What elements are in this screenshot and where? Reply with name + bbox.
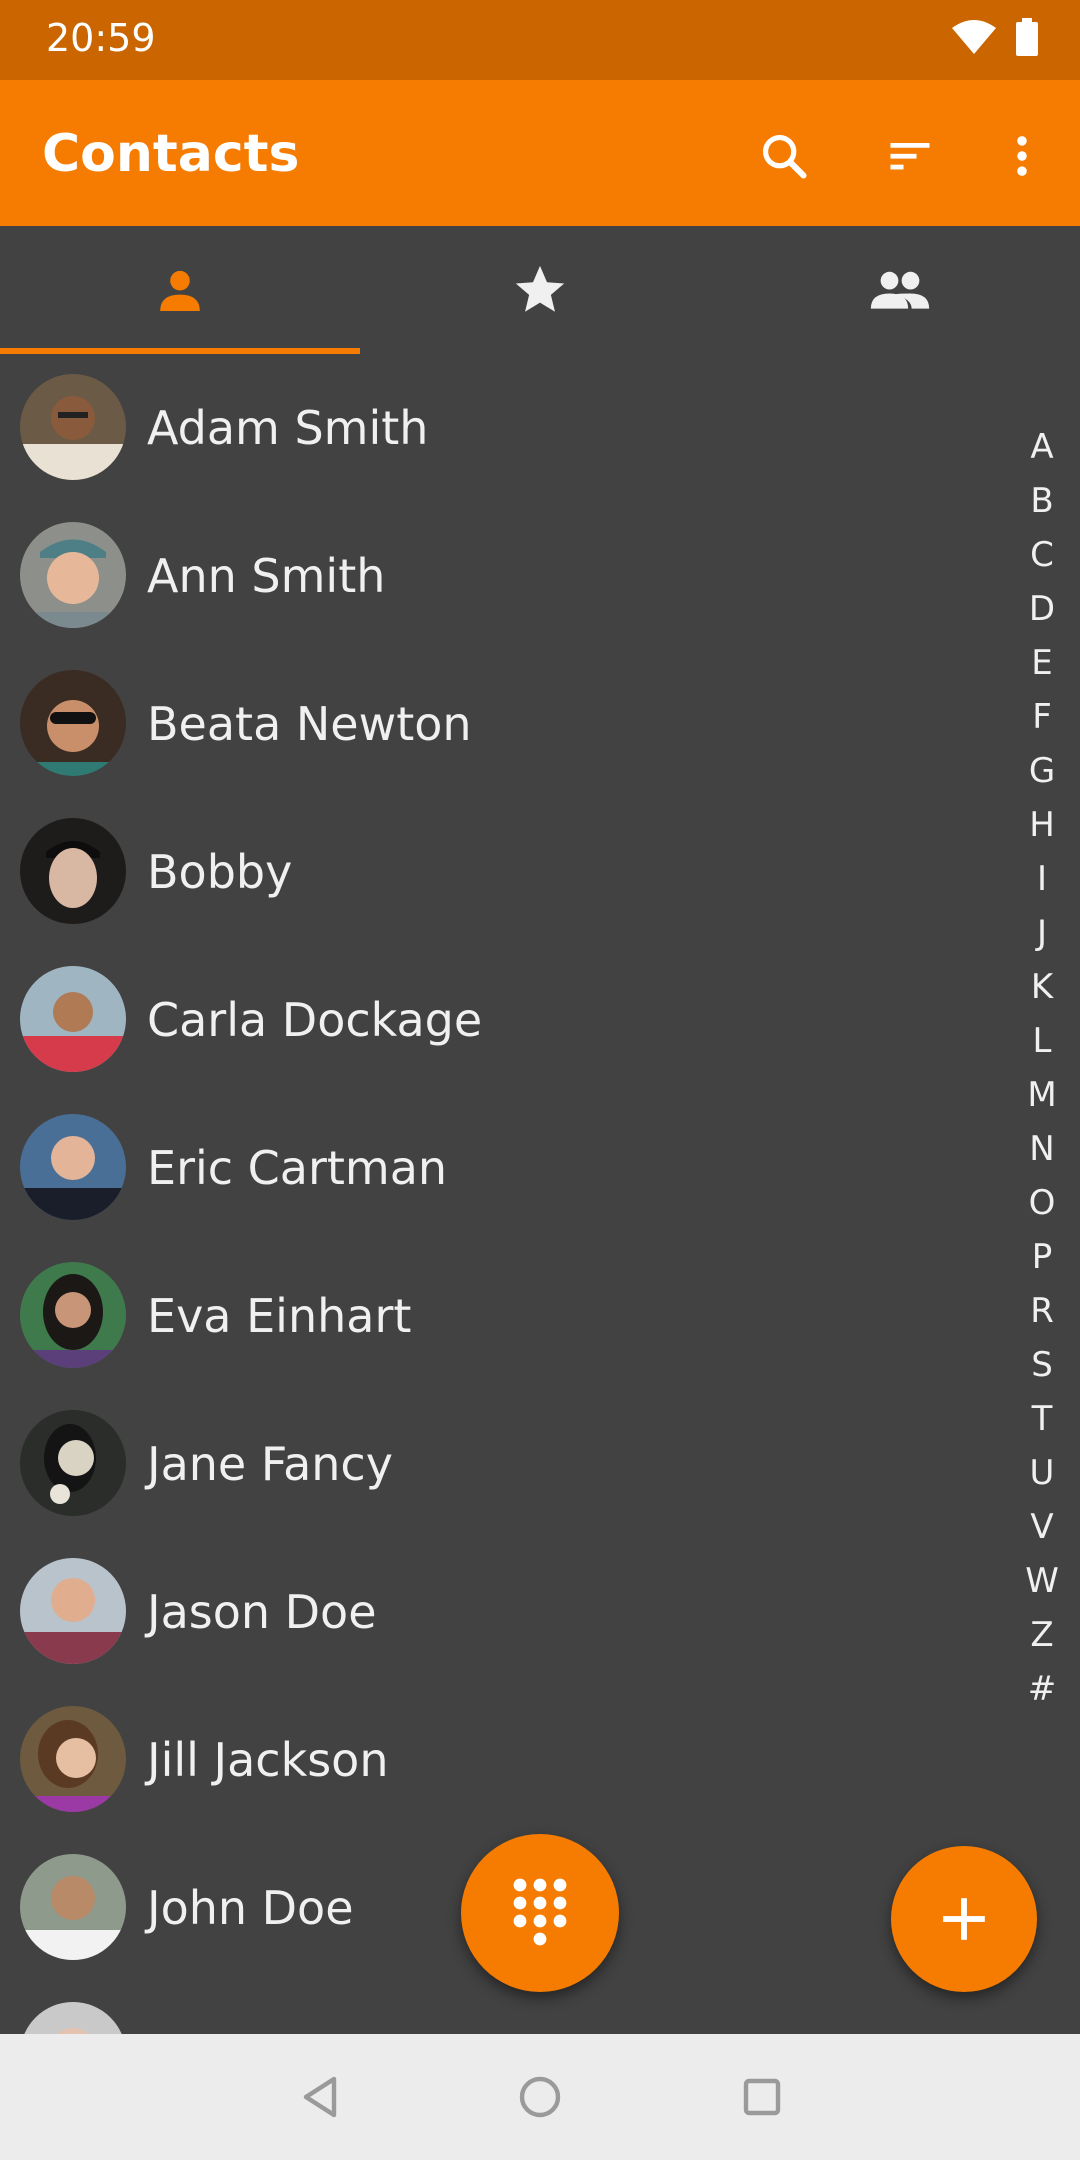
alphabet-letter[interactable]: D bbox=[1020, 582, 1064, 636]
tab-bar bbox=[0, 226, 1080, 354]
alphabet-letter[interactable]: # bbox=[1020, 1662, 1064, 1716]
alphabet-letter[interactable]: H bbox=[1020, 798, 1064, 852]
alphabet-letter[interactable]: W bbox=[1020, 1554, 1064, 1608]
contact-row-eva-einhart[interactable]: Eva Einhart bbox=[0, 1242, 980, 1390]
contact-row-adam-smith[interactable]: Adam Smith bbox=[0, 354, 980, 502]
navigation-bar bbox=[0, 2034, 1080, 2160]
page-title: Contacts bbox=[42, 124, 300, 184]
contact-name: Eric Cartman bbox=[147, 1141, 448, 1195]
contact-row-jill-jackson[interactable]: Jill Jackson bbox=[0, 1686, 980, 1834]
back-button[interactable] bbox=[285, 2062, 355, 2132]
avatar bbox=[20, 670, 126, 776]
person-icon bbox=[160, 270, 200, 311]
star-icon bbox=[515, 265, 565, 312]
contact-name: Eva Einhart bbox=[147, 1289, 412, 1343]
battery-icon bbox=[1016, 18, 1038, 60]
contact-name: Adam Smith bbox=[147, 401, 429, 455]
alphabet-index[interactable]: A B C D E F G H I J K L M N O P R S T U V W Z # bbox=[1020, 420, 1064, 1716]
contact-name: Carla Dockage bbox=[147, 993, 483, 1047]
group-icon bbox=[870, 271, 930, 309]
avatar bbox=[20, 1558, 126, 1664]
back-icon bbox=[303, 2076, 337, 2118]
alphabet-letter[interactable]: E bbox=[1020, 636, 1064, 690]
alphabet-letter[interactable]: O bbox=[1020, 1176, 1064, 1230]
contact-row-jane-fancy[interactable]: Jane Fancy bbox=[0, 1390, 980, 1538]
avatar bbox=[20, 1262, 126, 1368]
plus-icon bbox=[943, 1898, 985, 1940]
alphabet-letter[interactable]: V bbox=[1020, 1500, 1064, 1554]
dialpad-icon bbox=[513, 1878, 567, 1946]
dialpad-button[interactable] bbox=[461, 1834, 619, 1992]
avatar bbox=[20, 1114, 126, 1220]
contact-row-eric-cartman[interactable]: Eric Cartman bbox=[0, 1094, 980, 1242]
alphabet-letter[interactable]: Z bbox=[1020, 1608, 1064, 1662]
home-icon bbox=[519, 2076, 561, 2118]
search-icon bbox=[762, 134, 807, 179]
alphabet-letter[interactable]: M bbox=[1020, 1068, 1064, 1122]
tab-contacts[interactable] bbox=[0, 226, 360, 354]
avatar bbox=[20, 1410, 126, 1516]
contact-row-beata-newton[interactable]: Beata Newton bbox=[0, 650, 980, 798]
home-button[interactable] bbox=[505, 2062, 575, 2132]
contact-row-ann-smith[interactable]: Ann Smith bbox=[0, 502, 980, 650]
sort-icon bbox=[890, 143, 930, 170]
recents-icon bbox=[743, 2078, 781, 2116]
search-button[interactable] bbox=[744, 116, 824, 196]
contact-row-carla-dockage[interactable]: Carla Dockage bbox=[0, 946, 980, 1094]
alphabet-letter[interactable]: F bbox=[1020, 690, 1064, 744]
recents-button[interactable] bbox=[727, 2062, 797, 2132]
alphabet-letter[interactable]: S bbox=[1020, 1338, 1064, 1392]
status-time: 20:59 bbox=[46, 16, 156, 60]
avatar bbox=[20, 1706, 126, 1812]
contact-list: Adam Smith Ann Smith Beata Newton Bobby … bbox=[0, 354, 1080, 2034]
avatar bbox=[20, 1854, 126, 1960]
contact-name: Jill Jackson bbox=[147, 1733, 389, 1787]
alphabet-letter[interactable]: K bbox=[1020, 960, 1064, 1014]
alphabet-letter[interactable]: T bbox=[1020, 1392, 1064, 1446]
avatar bbox=[20, 2002, 126, 2034]
status-icons bbox=[950, 18, 1038, 60]
contact-name: Beata Newton bbox=[147, 697, 472, 751]
avatar bbox=[20, 818, 126, 924]
alphabet-letter[interactable]: L bbox=[1020, 1014, 1064, 1068]
wifi-icon bbox=[950, 18, 998, 60]
alphabet-letter[interactable]: P bbox=[1020, 1230, 1064, 1284]
contact-name: Ann Smith bbox=[147, 549, 386, 603]
alphabet-letter[interactable]: I bbox=[1020, 852, 1064, 906]
sort-button[interactable] bbox=[870, 116, 950, 196]
contact-row-jason-doe[interactable]: Jason Doe bbox=[0, 1538, 980, 1686]
alphabet-letter[interactable]: C bbox=[1020, 528, 1064, 582]
contact-name: John Doe bbox=[147, 1881, 354, 1935]
avatar bbox=[20, 374, 126, 480]
tab-groups[interactable] bbox=[720, 226, 1080, 354]
app-bar: Contacts bbox=[0, 80, 1080, 226]
alphabet-letter[interactable]: N bbox=[1020, 1122, 1064, 1176]
contact-name: Jason Doe bbox=[147, 1585, 377, 1639]
alphabet-letter[interactable]: R bbox=[1020, 1284, 1064, 1338]
alphabet-letter[interactable]: G bbox=[1020, 744, 1064, 798]
alphabet-letter[interactable]: A bbox=[1020, 420, 1064, 474]
more-vert-icon bbox=[1017, 136, 1027, 176]
alphabet-letter[interactable]: U bbox=[1020, 1446, 1064, 1500]
alphabet-letter[interactable]: B bbox=[1020, 474, 1064, 528]
more-options-button[interactable] bbox=[982, 116, 1062, 196]
alphabet-letter[interactable]: J bbox=[1020, 906, 1064, 960]
avatar bbox=[20, 966, 126, 1072]
contact-row-bobby[interactable]: Bobby bbox=[0, 798, 980, 946]
contact-name: Bobby bbox=[147, 845, 293, 899]
status-bar: 20:59 bbox=[0, 0, 1080, 80]
contact-name: Jane Fancy bbox=[147, 1437, 393, 1491]
avatar bbox=[20, 522, 126, 628]
tab-favorites[interactable] bbox=[360, 226, 720, 354]
contact-row-partial[interactable] bbox=[0, 1982, 980, 2034]
add-contact-button[interactable] bbox=[891, 1846, 1037, 1992]
